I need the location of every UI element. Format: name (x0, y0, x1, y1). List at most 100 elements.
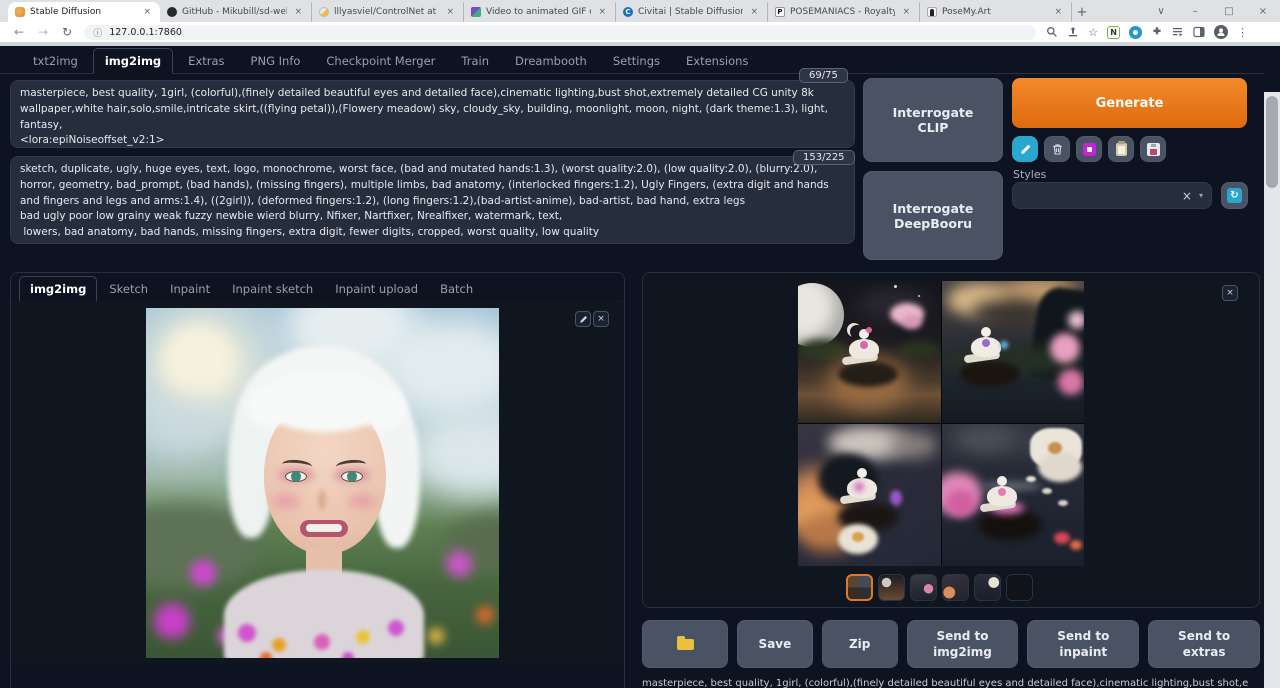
apply-styles-clipboard-icon[interactable] (1108, 136, 1134, 162)
address-bar[interactable]: ⓘ 127.0.0.1:7860 (84, 25, 1036, 40)
result-image-2[interactable] (942, 281, 1085, 423)
art-shape (154, 603, 190, 639)
browser-tab-civitai[interactable]: C Civitai | Stable Diffusion model… × (616, 2, 768, 22)
gallery-thumbnail[interactable] (974, 574, 1001, 601)
mode-tab-batch[interactable]: Batch (430, 277, 483, 301)
gallery-thumbnail[interactable] (1006, 574, 1033, 601)
styles-clear-icon[interactable]: × (1182, 189, 1192, 203)
send-to-extras-button[interactable]: Send to extras (1148, 620, 1260, 668)
interrogate-clip-button[interactable]: Interrogate CLIP (863, 78, 1003, 162)
save-style-floppy-icon[interactable] (1140, 136, 1166, 162)
posemyart-favicon (927, 7, 937, 17)
art-shape (1054, 532, 1070, 544)
tab-dreambooth[interactable]: Dreambooth (504, 49, 598, 73)
result-image-3[interactable] (798, 424, 941, 566)
gallery-thumbnail[interactable] (942, 574, 969, 601)
tab-close-icon[interactable]: × (900, 7, 912, 17)
gallery-thumbnail[interactable] (846, 574, 873, 601)
zoom-icon[interactable] (1046, 26, 1058, 38)
art-shape (160, 324, 235, 399)
tab-close-icon[interactable]: × (141, 7, 153, 17)
civitai-favicon: C (623, 7, 633, 17)
result-image-4[interactable] (942, 424, 1085, 566)
save-button[interactable]: Save (737, 620, 813, 668)
gallery-thumbnail[interactable] (910, 574, 937, 601)
controlnet-favicon (319, 7, 329, 17)
result-image-grid[interactable] (798, 281, 1084, 566)
browser-menu-icon[interactable]: ⋮ (1237, 26, 1248, 39)
art-shape (356, 630, 370, 644)
sidebar-icon[interactable] (1193, 26, 1205, 38)
tab-close-icon[interactable]: × (748, 7, 760, 17)
browser-tab-stable-diffusion[interactable]: Stable Diffusion × (8, 2, 160, 22)
tab-train[interactable]: Train (450, 49, 500, 73)
page-scrollbar[interactable] (1264, 92, 1280, 688)
tab-checkpoint-merger[interactable]: Checkpoint Merger (315, 49, 446, 73)
send-to-img2img-button[interactable]: Send to img2img (907, 620, 1019, 668)
refresh-styles-icon[interactable]: ↻ (1221, 182, 1248, 209)
tab-extras[interactable]: Extras (177, 49, 235, 73)
back-icon[interactable]: ← (14, 25, 24, 39)
extension-blue-icon[interactable] (1129, 26, 1142, 39)
mode-tab-sketch[interactable]: Sketch (99, 277, 158, 301)
mode-tab-inpaint-sketch[interactable]: Inpaint sketch (222, 277, 323, 301)
bookmark-star-icon[interactable]: ☆ (1088, 26, 1098, 39)
generate-button[interactable]: Generate (1012, 78, 1247, 128)
url-text: 127.0.0.1:7860 (109, 27, 182, 38)
screen: Stable Diffusion × GitHub - Mikubill/sd-… (0, 0, 1280, 688)
art-shape (1048, 442, 1062, 454)
tab-png-info[interactable]: PNG Info (240, 49, 312, 73)
reload-icon[interactable]: ↻ (62, 25, 72, 39)
negative-prompt-input[interactable]: sketch, duplicate, ugly, huge eyes, text… (10, 156, 855, 244)
edit-pencil-icon[interactable] (575, 311, 591, 327)
art-shape (838, 361, 898, 387)
result-image-1[interactable] (798, 281, 941, 423)
share-icon[interactable] (1067, 26, 1079, 38)
send-to-inpaint-button[interactable]: Send to inpaint (1027, 620, 1139, 668)
read-parameters-icon[interactable] (1012, 136, 1038, 162)
window-maximize-button[interactable]: □ (1212, 6, 1246, 17)
mode-tab-inpaint-upload[interactable]: Inpaint upload (325, 277, 428, 301)
zip-button[interactable]: Zip (822, 620, 898, 668)
site-info-icon[interactable]: ⓘ (93, 26, 102, 39)
extension-n-icon[interactable]: N (1107, 26, 1120, 39)
browser-tab-gif-converter[interactable]: Video to animated GIF converter × (464, 2, 616, 22)
window-close-button[interactable]: × (1246, 6, 1280, 17)
reading-list-icon[interactable] (1172, 26, 1184, 38)
interrogate-deepbooru-button[interactable]: Interrogate DeepBooru (863, 171, 1003, 260)
tab-search-icon[interactable]: ∨ (1144, 6, 1178, 17)
mode-tab-inpaint[interactable]: Inpaint (160, 277, 220, 301)
tab-txt2img[interactable]: txt2img (22, 49, 89, 73)
remove-image-icon[interactable]: × (593, 311, 609, 327)
prompt-input[interactable]: masterpiece, best quality, 1girl, (color… (10, 80, 855, 148)
tab-close-icon[interactable]: × (444, 7, 456, 17)
extra-networks-icon[interactable] (1076, 136, 1102, 162)
tab-close-icon[interactable]: × (596, 7, 608, 17)
profile-avatar[interactable] (1214, 25, 1228, 39)
browser-tab-github[interactable]: GitHub - Mikubill/sd-webui-co… × (160, 2, 312, 22)
new-tab-button[interactable]: + (1072, 2, 1092, 22)
art-shape (978, 510, 1042, 540)
art-shape (272, 638, 286, 652)
close-gallery-icon[interactable]: × (1222, 285, 1238, 301)
art-shape (998, 488, 1006, 496)
scrollbar-thumb[interactable] (1266, 96, 1278, 188)
gallery-thumbnail[interactable] (878, 574, 905, 601)
window-minimize-button[interactable]: – (1178, 6, 1212, 17)
art-shape (428, 628, 444, 644)
clear-prompt-trash-icon[interactable] (1044, 136, 1070, 162)
extensions-puzzle-icon[interactable] (1151, 26, 1163, 38)
tab-settings[interactable]: Settings (602, 49, 671, 73)
forward-icon[interactable]: → (38, 25, 48, 39)
tab-close-icon[interactable]: × (292, 7, 304, 17)
tab-img2img[interactable]: img2img (93, 48, 173, 74)
browser-tab-controlnet[interactable]: lllyasviel/ControlNet at main × (312, 2, 464, 22)
mode-tab-img2img[interactable]: img2img (19, 276, 97, 302)
tab-close-icon[interactable]: × (1052, 7, 1064, 17)
tab-extensions[interactable]: Extensions (675, 49, 759, 73)
open-folder-button[interactable] (642, 620, 728, 668)
browser-tab-posemyart[interactable]: PoseMy.Art × (920, 2, 1072, 22)
browser-tab-posemaniacs[interactable]: P POSEMANIACS - Royalty free 3… × (768, 2, 920, 22)
styles-dropdown[interactable]: × ▾ (1012, 182, 1212, 209)
source-image[interactable] (146, 308, 499, 658)
